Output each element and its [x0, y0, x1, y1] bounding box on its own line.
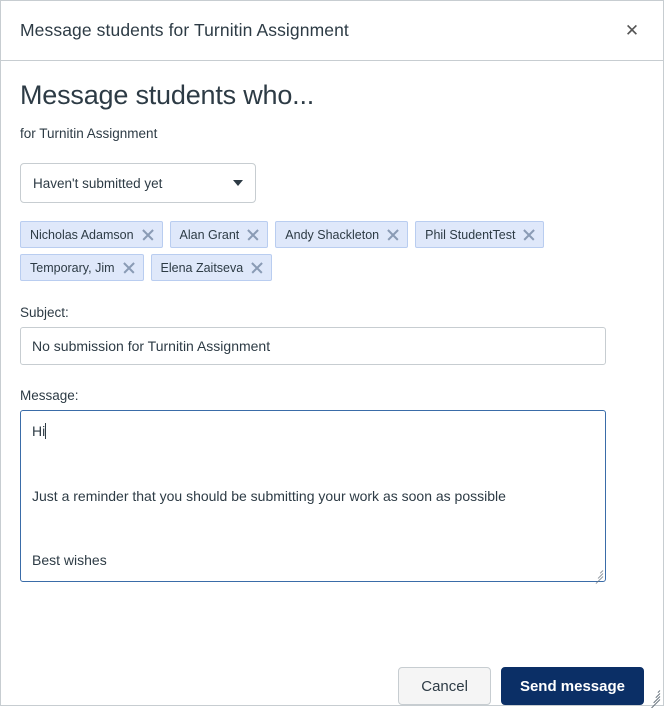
recipient-chip-label: Alan Grant: [179, 227, 240, 242]
message-label: Message:: [20, 388, 79, 404]
dialog-body: Message students who... for Turnitin Ass…: [1, 61, 663, 645]
x-icon[interactable]: [522, 228, 536, 242]
dialog-resize-grip-icon[interactable]: [647, 689, 661, 708]
x-icon[interactable]: [141, 228, 155, 242]
message-students-dialog: Message students for Turnitin Assignment…: [0, 0, 664, 708]
message-textarea[interactable]: Hi Just a reminder that you should be su…: [20, 410, 606, 583]
message-first-line: Hi: [32, 423, 46, 440]
message-textarea-wrapper: Hi Just a reminder that you should be su…: [20, 410, 606, 585]
recipient-chip[interactable]: Elena Zaitseva: [150, 254, 273, 282]
chevron-down-icon: [233, 180, 243, 187]
x-icon[interactable]: [250, 261, 264, 275]
recipient-chip-label: Temporary, Jim: [30, 260, 115, 275]
recipient-chip-label: Andy Shackleton: [285, 227, 380, 242]
send-message-button[interactable]: Send message: [500, 667, 644, 705]
message-body-line: Just a reminder that you should be submi…: [32, 487, 506, 504]
page-subtitle: for Turnitin Assignment: [20, 125, 158, 141]
message-body-line: Best wishes: [32, 552, 107, 569]
recipient-chip-label: Nicholas Adamson: [30, 227, 134, 242]
recipient-chip[interactable]: Andy Shackleton: [275, 221, 409, 249]
cancel-button[interactable]: Cancel: [398, 667, 491, 705]
text-cursor: [45, 423, 47, 440]
student-filter-select[interactable]: Haven't submitted yet: [20, 163, 256, 204]
subject-label: Subject:: [20, 305, 69, 321]
recipient-chip-label: Phil StudentTest: [425, 227, 516, 242]
recipient-chip[interactable]: Nicholas Adamson: [20, 221, 163, 249]
x-icon[interactable]: [122, 261, 136, 275]
dialog-titlebar: Message students for Turnitin Assignment…: [1, 1, 663, 61]
subject-input[interactable]: [20, 327, 606, 366]
dialog-footer: Cancel Send message: [1, 645, 663, 705]
x-icon[interactable]: [386, 228, 400, 242]
page-title: Message students who...: [20, 80, 315, 110]
close-icon[interactable]: ✕: [619, 18, 645, 44]
filter-select-wrapper: Haven't submitted yet: [20, 163, 256, 204]
recipient-chip[interactable]: Alan Grant: [169, 221, 269, 249]
student-filter-selected-value: Haven't submitted yet: [33, 175, 163, 191]
dialog-title: Message students for Turnitin Assignment: [20, 20, 349, 40]
recipient-chip-label: Elena Zaitseva: [160, 260, 244, 275]
recipient-chip[interactable]: Phil StudentTest: [415, 221, 545, 249]
x-icon[interactable]: [246, 228, 260, 242]
recipient-chip[interactable]: Temporary, Jim: [20, 254, 144, 282]
recipient-chip-list: Nicholas Adamson Alan Grant Andy Shackle…: [20, 221, 644, 282]
